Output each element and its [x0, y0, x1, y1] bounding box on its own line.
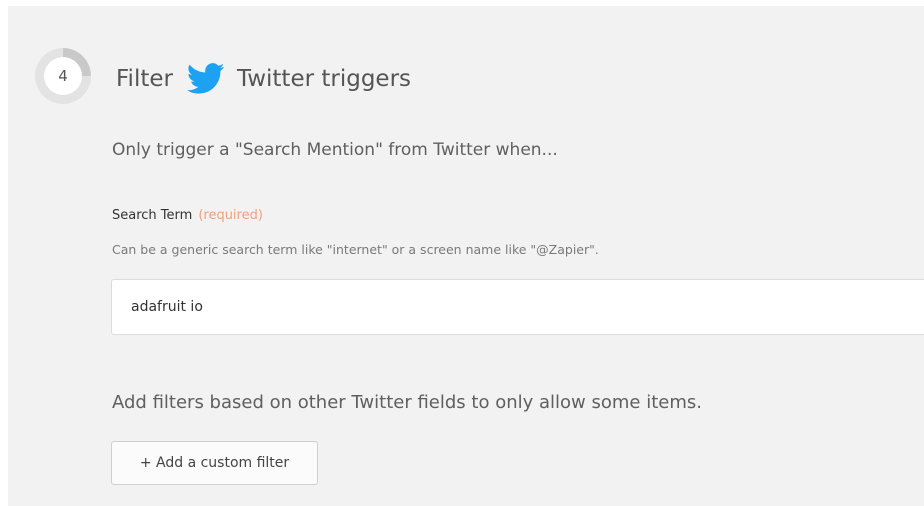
step-heading: Filter Twitter triggers	[116, 61, 411, 97]
twitter-bird-icon	[186, 63, 225, 94]
heading-app-label: Twitter triggers	[236, 66, 412, 92]
search-term-label: Search Term (required)	[112, 208, 263, 223]
heading-filter-label: Filter	[116, 66, 173, 92]
step-number: 4	[44, 57, 82, 95]
search-term-input[interactable]: adafruit io	[111, 279, 924, 335]
required-tag: (required)	[198, 208, 263, 223]
trigger-description: Only trigger a "Search Mention" from Twi…	[112, 140, 558, 160]
search-term-help: Can be a generic search term like "inter…	[112, 242, 599, 257]
search-term-label-text: Search Term	[112, 208, 193, 223]
add-custom-filter-button[interactable]: + Add a custom filter	[111, 441, 318, 485]
filter-step-panel: 4 Filter Twitter triggers Only trigger a…	[8, 6, 924, 506]
step-progress-circle: 4	[35, 48, 91, 104]
custom-filters-description: Add filters based on other Twitter field…	[112, 392, 702, 413]
